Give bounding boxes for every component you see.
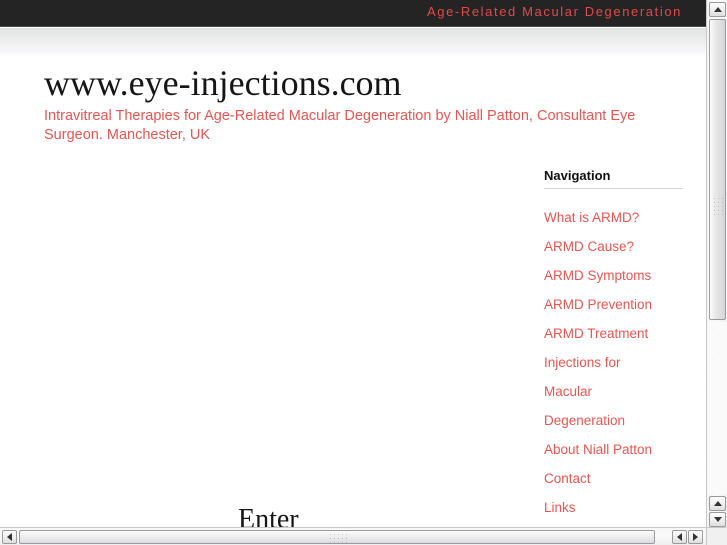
site-banner: Age-Related Macular Degeneration bbox=[0, 0, 706, 27]
horizontal-scrollbar-thumb[interactable] bbox=[19, 530, 655, 544]
chevron-down-icon bbox=[713, 517, 722, 522]
horizontal-scrollbar-left-button-end[interactable] bbox=[672, 530, 687, 544]
chevron-up-icon bbox=[713, 501, 722, 506]
nav-link-about-niall-patton[interactable]: About Niall Patton bbox=[544, 435, 684, 464]
vertical-scrollbar-thumb[interactable] bbox=[709, 19, 726, 320]
navigation-panel: Navigation What is ARMD? ARMD Cause? ARM… bbox=[544, 168, 684, 522]
scrollbar-corner bbox=[706, 527, 727, 545]
horizontal-scrollbar-left-button[interactable] bbox=[2, 530, 17, 544]
horizontal-scrollbar[interactable] bbox=[0, 527, 706, 545]
chevron-left-icon bbox=[677, 533, 682, 541]
enter-link[interactable]: Enter bbox=[238, 504, 299, 527]
nav-link-injections-line1[interactable]: Injections for bbox=[544, 348, 684, 377]
vertical-scrollbar-down-button[interactable] bbox=[709, 512, 726, 527]
nav-link-armd-treatment[interactable]: ARMD Treatment bbox=[544, 319, 684, 348]
horizontal-scrollbar-right-button[interactable] bbox=[688, 530, 703, 544]
nav-link-contact[interactable]: Contact bbox=[544, 464, 684, 493]
header-gradient-strip bbox=[0, 28, 706, 56]
banner-title: Age-Related Macular Degeneration bbox=[427, 4, 682, 19]
chevron-right-icon bbox=[693, 533, 698, 541]
vertical-scrollbar-up-button[interactable] bbox=[709, 2, 726, 17]
nav-link-armd-symptoms[interactable]: ARMD Symptoms bbox=[544, 261, 684, 290]
navigation-divider bbox=[544, 188, 683, 189]
vertical-scrollbar[interactable] bbox=[706, 0, 727, 545]
site-tagline: Intravitreal Therapies for Age-Related M… bbox=[44, 108, 636, 143]
vertical-scrollbar-track-lower[interactable] bbox=[708, 322, 727, 494]
chevron-up-icon bbox=[713, 7, 722, 12]
nav-link-armd-cause[interactable]: ARMD Cause? bbox=[544, 232, 684, 261]
scrollbar-grip-icon bbox=[714, 198, 723, 216]
navigation-heading: Navigation bbox=[544, 168, 611, 183]
site-title: www.eye-injections.com bbox=[44, 63, 402, 103]
browser-viewport: Age-Related Macular Degeneration www.eye… bbox=[0, 0, 706, 527]
vertical-scrollbar-up-button-bottom[interactable] bbox=[709, 496, 726, 511]
chevron-left-icon bbox=[7, 533, 12, 541]
scrollbar-grip-icon bbox=[330, 534, 348, 543]
nav-link-injections-line3[interactable]: Degeneration bbox=[544, 406, 684, 435]
nav-link-armd-prevention[interactable]: ARMD Prevention bbox=[544, 290, 684, 319]
nav-link-what-is-armd[interactable]: What is ARMD? bbox=[544, 203, 684, 232]
nav-link-links[interactable]: Links bbox=[544, 493, 684, 522]
page-content: www.eye-injections.com Intravitreal Ther… bbox=[0, 56, 706, 527]
nav-link-injections-line2[interactable]: Macular bbox=[544, 377, 684, 406]
